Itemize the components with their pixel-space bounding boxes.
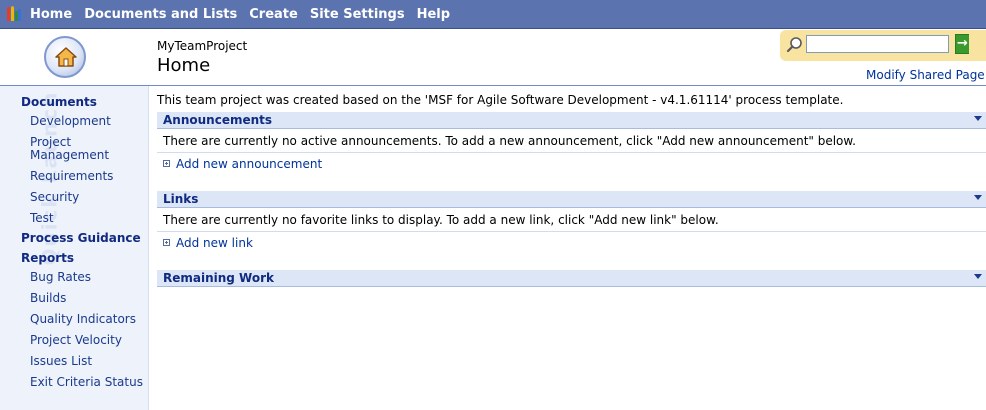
links-message: There are currently no favorite links to… [163, 213, 719, 227]
quick-launch-requirements[interactable]: Requirements [30, 170, 145, 183]
quick-launch-development[interactable]: Development [30, 115, 145, 128]
quick-launch-quality-indicators[interactable]: Quality Indicators [30, 313, 145, 326]
remaining-work-title[interactable]: Remaining Work [163, 271, 274, 285]
home-icon [44, 36, 86, 78]
links-header: Links [157, 191, 986, 208]
quick-launch-reports[interactable]: Reports [21, 251, 74, 265]
quick-launch: Quick Launch Documents Development Proje… [0, 86, 149, 410]
sharepoint-logo-icon [6, 6, 21, 21]
quick-launch-builds[interactable]: Builds [30, 292, 145, 305]
top-nav-bar: Home Documents and Lists Create Site Set… [0, 0, 986, 29]
modify-shared-page-label: Modify Shared Page [866, 68, 985, 82]
quick-launch-test[interactable]: Test [30, 212, 145, 225]
plus-square-icon [163, 239, 170, 246]
search-input[interactable] [806, 35, 949, 53]
chevron-down-icon[interactable] [974, 195, 982, 200]
divider [157, 152, 986, 153]
search-icon [786, 37, 802, 53]
plus-square-icon [163, 160, 170, 167]
links-title[interactable]: Links [163, 192, 198, 206]
add-new-announcement-label: Add new announcement [176, 157, 323, 171]
page-title: Home [157, 55, 211, 76]
nav-home[interactable]: Home [30, 7, 72, 22]
remaining-work-header: Remaining Work [157, 270, 986, 287]
nav-help[interactable]: Help [417, 7, 450, 22]
search-go-button[interactable]: → [955, 34, 969, 54]
add-new-link-label: Add new link [176, 236, 253, 250]
divider [157, 231, 986, 232]
quick-launch-exit-criteria-status[interactable]: Exit Criteria Status [30, 376, 145, 389]
quick-launch-documents[interactable]: Documents [21, 95, 97, 109]
quick-launch-process-guidance[interactable]: Process Guidance [21, 231, 141, 245]
add-new-link-link[interactable]: Add new link [163, 236, 253, 250]
nav-create[interactable]: Create [249, 7, 298, 22]
chevron-down-icon[interactable] [974, 274, 982, 279]
top-nav-menu: Home Documents and Lists Create Site Set… [30, 0, 462, 29]
quick-launch-project-management[interactable]: Project Management [30, 136, 145, 162]
chevron-down-icon[interactable] [974, 116, 982, 121]
announcements-message: There are currently no active announceme… [163, 134, 856, 148]
announcements-title[interactable]: Announcements [163, 113, 272, 127]
quick-launch-project-velocity[interactable]: Project Velocity [30, 334, 145, 347]
arrow-right-icon: → [957, 36, 968, 51]
intro-text: This team project was created based on t… [157, 93, 844, 107]
quick-launch-issues-list[interactable]: Issues List [30, 355, 145, 368]
search-area: → [780, 30, 986, 61]
add-new-announcement-link[interactable]: Add new announcement [163, 157, 322, 171]
modify-shared-page-menu[interactable]: Modify Shared Page ▼ [866, 68, 986, 82]
site-name[interactable]: MyTeamProject [157, 39, 247, 53]
quick-launch-security[interactable]: Security [30, 191, 145, 204]
nav-site-settings[interactable]: Site Settings [310, 7, 405, 22]
quick-launch-bug-rates[interactable]: Bug Rates [30, 271, 145, 284]
announcements-header: Announcements [157, 112, 986, 129]
nav-documents-and-lists[interactable]: Documents and Lists [84, 7, 237, 22]
